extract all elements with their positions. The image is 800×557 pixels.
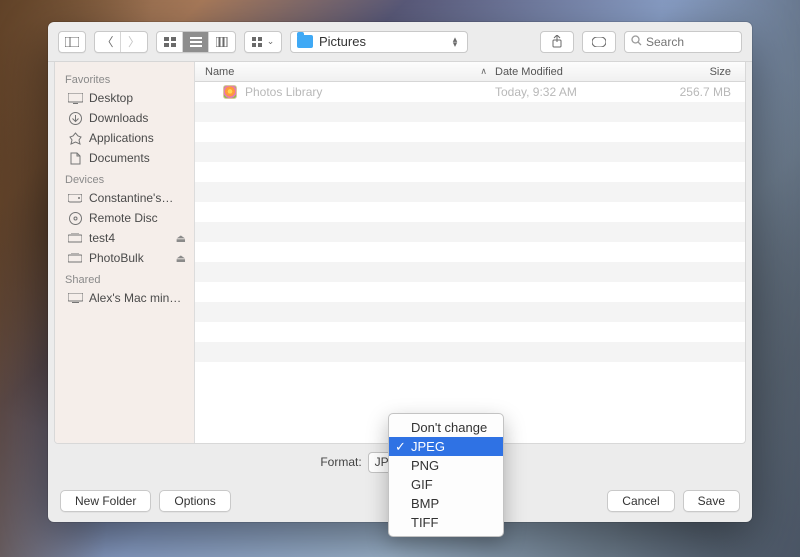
- sidebar-item-photobulk[interactable]: PhotoBulk⏏: [55, 248, 194, 268]
- view-mode-segment[interactable]: [156, 31, 236, 53]
- stepper-icon: ▴▾: [449, 37, 461, 47]
- sidebar-item-downloads[interactable]: Downloads: [55, 108, 194, 128]
- menu-item-dontchange[interactable]: Don't change: [389, 418, 503, 437]
- view-columns-button[interactable]: [209, 32, 235, 52]
- search-input[interactable]: [646, 35, 735, 49]
- location-label: Pictures: [319, 34, 366, 49]
- folder-icon: [297, 35, 313, 48]
- check-icon: ✓: [395, 439, 406, 455]
- cancel-button[interactable]: Cancel: [607, 490, 674, 512]
- nav-back-button[interactable]: 〈: [95, 32, 121, 52]
- search-field[interactable]: [624, 31, 742, 53]
- sidebar-header-shared: Shared: [55, 268, 194, 288]
- menu-item-bmp[interactable]: BMP: [389, 494, 503, 513]
- network-icon: [67, 291, 83, 305]
- eject-icon[interactable]: ⏏: [176, 252, 186, 265]
- nav-back-forward[interactable]: 〈 〉: [94, 31, 148, 53]
- new-folder-button[interactable]: New Folder: [60, 490, 151, 512]
- menu-item-gif[interactable]: GIF: [389, 475, 503, 494]
- tags-button[interactable]: [582, 31, 616, 53]
- toolbar: 〈 〉 ⌄ Pictures ▴▾: [48, 22, 752, 62]
- ext-drive-icon: [67, 231, 83, 245]
- photos-library-icon: [223, 85, 237, 99]
- content-area: Favorites Desktop Downloads Applications…: [54, 62, 746, 444]
- sidebar-header-devices: Devices: [55, 168, 194, 188]
- column-modified[interactable]: Date Modified: [495, 66, 645, 78]
- sidebar-item-test4[interactable]: test4⏏: [55, 228, 194, 248]
- save-sheet: 〈 〉 ⌄ Pictures ▴▾: [48, 22, 752, 522]
- column-size[interactable]: Size: [645, 66, 745, 78]
- view-list-button[interactable]: [183, 32, 209, 52]
- sidebar-item-desktop[interactable]: Desktop: [55, 88, 194, 108]
- rows-container: Photos Library Today, 9:32 AM 256.7 MB: [195, 82, 745, 443]
- sort-indicator-icon: ∧: [480, 66, 487, 77]
- documents-icon: [67, 151, 83, 165]
- sidebar: Favorites Desktop Downloads Applications…: [55, 62, 195, 443]
- save-button[interactable]: Save: [683, 490, 740, 512]
- sidebar-toggle[interactable]: [58, 31, 86, 53]
- sidebar-item-applications[interactable]: Applications: [55, 128, 194, 148]
- sidebar-item-constantine[interactable]: Constantine's…: [55, 188, 194, 208]
- sidebar-item-remote-disc[interactable]: Remote Disc: [55, 208, 194, 228]
- nav-forward-button[interactable]: 〉: [121, 32, 147, 52]
- applications-icon: [67, 131, 83, 145]
- eject-icon[interactable]: ⏏: [176, 232, 186, 245]
- sidebar-item-documents[interactable]: Documents: [55, 148, 194, 168]
- sidebar-item-alex-mac[interactable]: Alex's Mac min…: [55, 288, 194, 308]
- group-by-menu[interactable]: ⌄: [244, 31, 282, 53]
- location-popup[interactable]: Pictures ▴▾: [290, 31, 468, 53]
- desktop-icon: [67, 91, 83, 105]
- menu-item-jpeg[interactable]: ✓JPEG: [389, 437, 503, 456]
- format-label: Format:: [320, 455, 361, 469]
- table-row[interactable]: Photos Library Today, 9:32 AM 256.7 MB: [195, 82, 745, 102]
- format-menu[interactable]: Don't change ✓JPEG PNG GIF BMP TIFF: [388, 413, 504, 537]
- downloads-icon: [67, 111, 83, 125]
- menu-item-tiff[interactable]: TIFF: [389, 513, 503, 532]
- search-icon: [631, 34, 642, 49]
- drive-icon: [67, 191, 83, 205]
- sidebar-header-favorites: Favorites: [55, 68, 194, 88]
- share-button[interactable]: [540, 31, 574, 53]
- options-button[interactable]: Options: [159, 490, 230, 512]
- view-icons-button[interactable]: [157, 32, 183, 52]
- disc-icon: [67, 211, 83, 225]
- column-name[interactable]: Name∧: [195, 66, 495, 78]
- menu-item-png[interactable]: PNG: [389, 456, 503, 475]
- file-list: Name∧ Date Modified Size Photos Library …: [195, 62, 745, 443]
- column-headers[interactable]: Name∧ Date Modified Size: [195, 62, 745, 82]
- ext-drive-icon: [67, 251, 83, 265]
